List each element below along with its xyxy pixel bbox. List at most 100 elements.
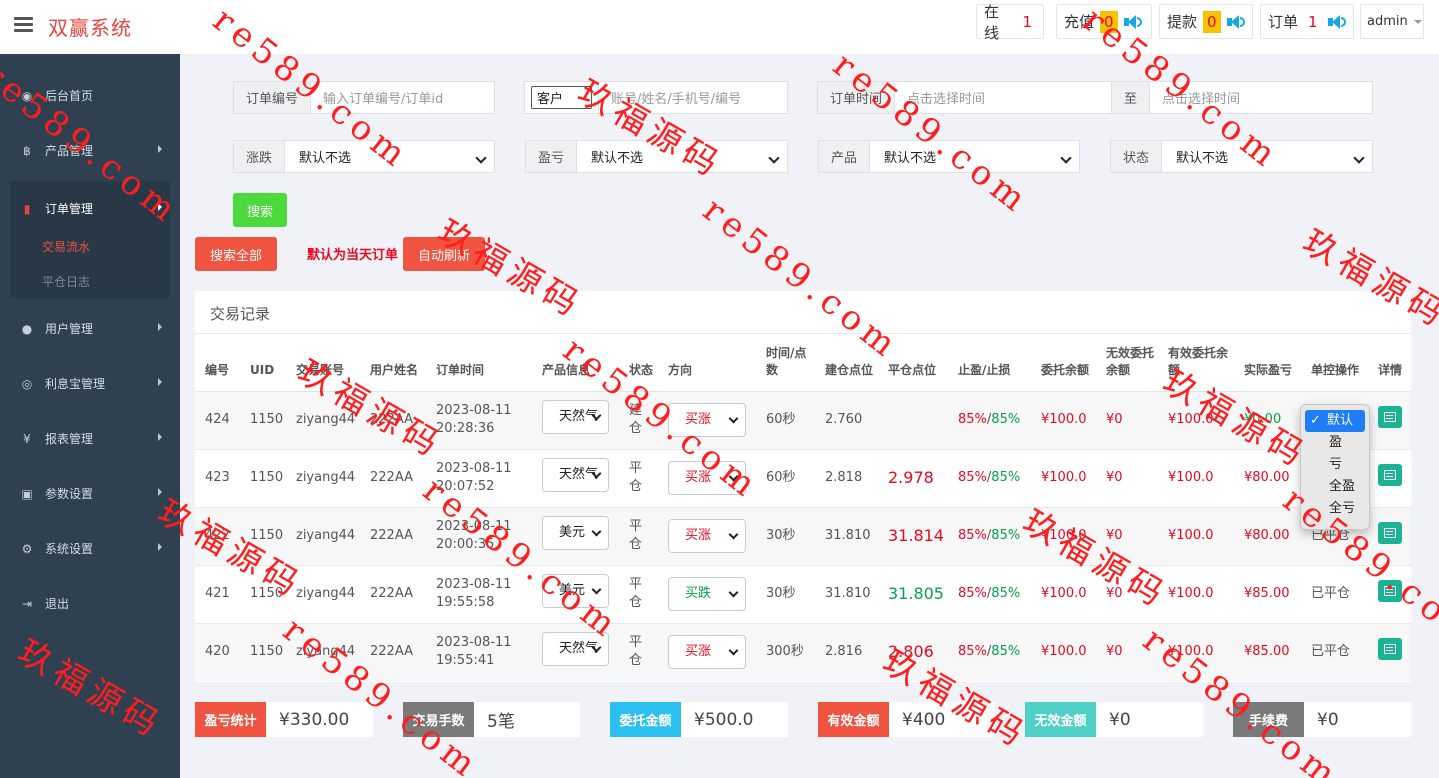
cell-name: 222AA (360, 622, 426, 681)
search-all-button[interactable]: 搜索全部 (195, 237, 277, 271)
rise-fall-select[interactable]: 默认不选 (285, 141, 494, 172)
detail-icon[interactable] (1378, 464, 1402, 486)
time-start-input[interactable]: 点击选择时间 (895, 82, 1111, 113)
cell-direction: 买涨 (658, 622, 756, 681)
stat-invalid-amount: 无效金额 ¥0 (1025, 702, 1203, 737)
product-select[interactable]: 美元 (542, 574, 609, 608)
product-select[interactable]: 天然气 (542, 632, 609, 667)
customer-type-select[interactable]: 客户 (531, 86, 593, 109)
auto-refresh-button[interactable]: 自动刷新 (403, 237, 485, 271)
stop-loss: 85% (991, 528, 1021, 543)
status-text: 平仓 (629, 635, 643, 669)
cell-control[interactable]: 已平仓 (1301, 622, 1368, 681)
cell-control[interactable]: 已平仓 (1301, 564, 1368, 623)
pnl-select[interactable]: 默认不选 (577, 141, 787, 172)
search-button[interactable]: 搜索 (233, 193, 287, 227)
panel-title: 交易记录 (210, 305, 271, 323)
cell-valid-amount: ¥100.0 (1158, 506, 1234, 565)
product-select[interactable]: 天然气 (542, 458, 609, 492)
col-header: 状态 (619, 334, 658, 392)
col-header: 建仓点位 (815, 334, 878, 392)
cell-detail (1368, 448, 1411, 507)
chevron-right-icon (158, 203, 162, 211)
chevron-right-icon (158, 488, 162, 496)
cell-tp-sl: 85%/85% (948, 622, 1031, 681)
dropdown-option[interactable]: 默认 (1305, 410, 1365, 432)
direction-select[interactable]: 买涨 (668, 461, 746, 495)
menu-icon[interactable] (14, 17, 33, 32)
customer-input[interactable]: 账号/姓名/手机号/编号 (599, 82, 787, 113)
speaker-icon[interactable] (1226, 14, 1245, 30)
stat-value: ¥0 (1109, 709, 1131, 730)
app-title: 双赢系统 (48, 16, 132, 40)
col-header: 单控操作 (1301, 334, 1368, 392)
cell-invalid-amount: ¥0 (1096, 622, 1158, 681)
gears-icon: ⚙ (21, 541, 33, 556)
detail-icon[interactable] (1378, 580, 1402, 602)
status-select[interactable]: 默认不选 (1162, 141, 1372, 172)
cell-detail (1368, 564, 1411, 623)
user-menu[interactable]: admin (1360, 4, 1424, 39)
dropdown-option[interactable]: 全亏 (1305, 498, 1365, 520)
sidebar-item-interest[interactable]: ◎ 利息宝管理 (0, 356, 180, 411)
sidebar-item-label: 产品管理 (45, 144, 94, 158)
cell-actual-pnl: ¥85.00 (1234, 622, 1301, 681)
direction-select[interactable]: 买涨 (668, 519, 746, 553)
detail-icon[interactable] (1378, 406, 1402, 428)
direction-select[interactable]: 买涨 (668, 403, 746, 437)
default-note: 默认为当天订单 (307, 248, 399, 263)
stat-label: 手续费 (1233, 702, 1304, 737)
status-text: 平仓 (629, 519, 643, 552)
speaker-icon[interactable] (1123, 14, 1142, 30)
cell-detail (1368, 506, 1411, 565)
product-select[interactable]: 美元 (542, 516, 609, 550)
product-select[interactable]: 天然气 (542, 400, 609, 434)
stat-value: ¥500.0 (694, 709, 754, 730)
order-counter[interactable]: 订单 1 (1260, 4, 1354, 39)
sidebar-item-label: 系统设置 (45, 542, 94, 556)
dropdown-option[interactable]: 亏 (1305, 454, 1365, 476)
recharge-counter[interactable]: 充值 0 (1056, 4, 1152, 39)
cell-amount: ¥100.0 (1031, 448, 1096, 507)
dropdown-option[interactable]: 盈 (1305, 432, 1365, 454)
sidebar-item-system[interactable]: ⚙ 系统设置 (0, 521, 180, 576)
cell-invalid-amount: ¥0 (1096, 448, 1158, 507)
online-counter[interactable]: 在线 1 (976, 3, 1044, 42)
sidebar-item-users[interactable]: ● 用户管理 (0, 301, 180, 356)
order-no-input[interactable]: 输入订单编号/订单id (311, 82, 494, 113)
product-select[interactable]: 默认不选 (870, 141, 1079, 172)
sidebar-item-logout[interactable]: ⇥ 退出 (0, 576, 180, 631)
direction-select[interactable]: 买涨 (668, 635, 746, 670)
time-end-input[interactable]: 点击选择时间 (1150, 82, 1372, 113)
control-dropdown-menu[interactable]: 默认 盈 亏 全盈 全亏 (1300, 404, 1370, 530)
cell-direction: 买跌 (658, 564, 756, 623)
sidebar-subitem-close-log[interactable]: 平仓日志 (42, 273, 90, 290)
cell-open-price: 2.818 (815, 448, 878, 507)
dropdown-option[interactable]: 全盈 (1305, 476, 1365, 498)
cell-valid-amount: ¥100.0 (1158, 390, 1234, 449)
sidebar-item-reports[interactable]: ¥ 报表管理 (0, 411, 180, 466)
cell-actual-pnl: ¥80.00 (1234, 448, 1301, 507)
withdraw-counter[interactable]: 提款 0 (1159, 4, 1253, 39)
detail-icon[interactable] (1378, 522, 1402, 544)
cell-period: 60秒 (756, 390, 815, 449)
cell-id: 420 (195, 622, 240, 681)
sidebar-item-products[interactable]: ฿ 产品管理 (0, 123, 180, 178)
cell-status: 建仓 (619, 390, 658, 449)
stat-value: ¥400 (902, 709, 946, 730)
sidebar-subitem-trades[interactable]: 交易流水 (42, 238, 90, 255)
direction-select[interactable]: 买跌 (668, 577, 746, 611)
sidebar-item-dashboard[interactable]: ◉ 后台首页 (0, 68, 180, 123)
order-date: 2023-08-11 (436, 461, 512, 476)
sidebar-item-orders[interactable]: ▮ 订单管理 (0, 181, 180, 236)
product-label: 产品 (819, 141, 871, 172)
speaker-icon[interactable] (1327, 14, 1346, 30)
cell-uid: 1150 (240, 622, 286, 681)
detail-icon[interactable] (1378, 638, 1402, 661)
col-header: 无效委托余额 (1096, 334, 1158, 392)
cell-open-price: 2.760 (815, 390, 878, 449)
sidebar-item-params[interactable]: ▣ 参数设置 (0, 466, 180, 521)
col-header: 产品信息 (532, 334, 619, 392)
cell-status: 平仓 (619, 448, 658, 507)
cell-tp-sl: 85%/85% (948, 564, 1031, 623)
